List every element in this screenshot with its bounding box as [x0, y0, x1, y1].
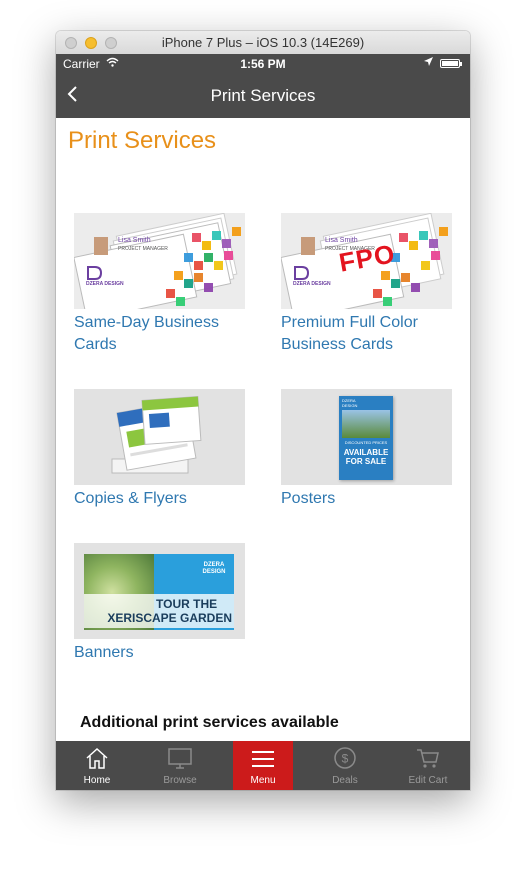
card-logo: DZERA DESIGN: [86, 281, 124, 287]
nav-title: Print Services: [210, 86, 316, 105]
status-time: 1:56 PM: [240, 57, 286, 71]
dollar-icon: $: [313, 746, 377, 772]
poster-subtext: DISCOUNTED PRICES: [344, 440, 388, 445]
poster-graphic: DZERA DESIGN DISCOUNTED PRICES AVAILABLE…: [339, 396, 393, 480]
premium-cards-image[interactable]: Lisa Smith PROJECT MANAGER DZERA DESIGN …: [281, 213, 452, 309]
home-icon: [65, 746, 129, 772]
poster-logo: DZERA DESIGN: [342, 398, 358, 408]
banner-graphic: DZERA DESIGN TOUR THE XERISCAPE GARDEN: [84, 554, 234, 630]
product-link-same-day-cards[interactable]: Same-Day Business Cards: [74, 312, 245, 356]
house-photo: [342, 410, 390, 438]
tab-bar: Home Browse Menu $ Deals Edit Cart: [56, 741, 470, 790]
card-name: Lisa Smith: [118, 237, 151, 244]
tab-label: Edit Cart: [408, 775, 448, 786]
svg-text:$: $: [342, 752, 349, 766]
product-link-banners[interactable]: Banners: [74, 642, 245, 664]
tab-label: Deals: [332, 775, 358, 786]
card-title: PROJECT MANAGER: [118, 246, 168, 252]
business-cards-image[interactable]: Lisa Smith PROJECT MANAGER DZERA DESIGN: [74, 213, 245, 309]
window-titlebar: iPhone 7 Plus – iOS 10.3 (14E269): [56, 31, 470, 55]
additional-services-text: Additional print services available: [80, 714, 339, 731]
product-link-posters[interactable]: Posters: [281, 488, 452, 510]
tab-browse[interactable]: Browse: [148, 741, 212, 790]
location-arrow-icon: [424, 57, 433, 69]
product-tile-banners[interactable]: DZERA DESIGN TOUR THE XERISCAPE GARDEN B…: [74, 543, 245, 664]
hamburger-icon: [233, 746, 293, 772]
page-title: Print Services: [68, 127, 217, 154]
tab-label: Browse: [163, 775, 197, 786]
cart-icon: [396, 746, 460, 772]
tab-menu[interactable]: Menu: [233, 741, 293, 790]
banner-line1: TOUR THE: [156, 597, 218, 611]
monitor-icon: [148, 746, 212, 772]
status-bar: Carrier 1:56 PM: [56, 54, 470, 74]
battery-icon: [440, 59, 462, 68]
navigation-bar: Print Services: [56, 74, 470, 118]
page-content: Print Services Lisa Smith PROJECT MANAGE…: [56, 118, 470, 741]
banner-logo: DZERA DESIGN: [202, 562, 226, 575]
posters-image[interactable]: DZERA DESIGN DISCOUNTED PRICES AVAILABLE…: [281, 389, 452, 485]
product-tile-copies-flyers[interactable]: Copies & Flyers: [74, 389, 245, 510]
product-link-copies-flyers[interactable]: Copies & Flyers: [74, 488, 245, 510]
product-tile-same-day-cards[interactable]: Lisa Smith PROJECT MANAGER DZERA DESIGN …: [74, 213, 245, 356]
tab-label: Menu: [250, 775, 276, 786]
banner-line2: XERISCAPE GARDEN: [107, 611, 232, 625]
product-link-premium-cards[interactable]: Premium Full Color Business Cards: [281, 312, 452, 356]
simulator-window: iPhone 7 Plus – iOS 10.3 (14E269) Carrie…: [56, 31, 470, 790]
product-tile-premium-cards[interactable]: Lisa Smith PROJECT MANAGER DZERA DESIGN …: [281, 213, 452, 356]
tab-edit-cart[interactable]: Edit Cart: [396, 741, 460, 790]
tab-label: Home: [83, 775, 111, 786]
flyers-image[interactable]: [74, 389, 245, 485]
tab-deals[interactable]: $ Deals: [313, 741, 377, 790]
product-tile-posters[interactable]: DZERA DESIGN DISCOUNTED PRICES AVAILABLE…: [281, 389, 452, 510]
banners-image[interactable]: DZERA DESIGN TOUR THE XERISCAPE GARDEN: [74, 543, 245, 639]
card-name: Lisa Smith: [325, 237, 358, 244]
tab-home[interactable]: Home: [65, 741, 129, 790]
card-logo: DZERA DESIGN: [293, 281, 331, 287]
poster-headline: AVAILABLE FOR SALE: [343, 448, 389, 466]
window-title: iPhone 7 Plus – iOS 10.3 (14E269): [161, 35, 365, 50]
